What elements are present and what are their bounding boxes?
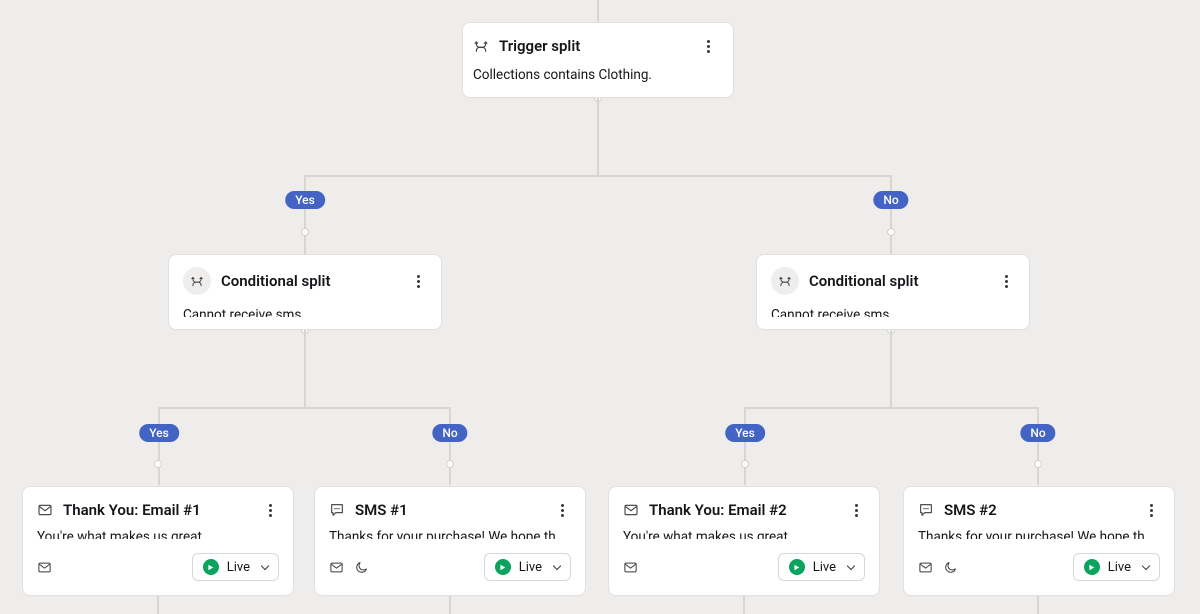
leaf-label-yes: Yes (139, 424, 179, 442)
node-title: SMS #1 (355, 501, 408, 519)
status-picker[interactable]: Live (1073, 553, 1160, 581)
status-label: Live (813, 560, 836, 575)
port (1034, 460, 1042, 468)
play-icon (789, 559, 805, 575)
connector (449, 407, 451, 485)
connector (158, 407, 160, 485)
connector (1037, 407, 1039, 485)
play-icon (495, 559, 511, 575)
node-trigger-split[interactable]: Trigger split Collections contains Cloth… (462, 22, 734, 98)
node-title: Thank You: Email #1 (63, 501, 201, 519)
node-title: Trigger split (499, 37, 580, 55)
mail-outline-icon[interactable] (329, 560, 344, 575)
status-label: Live (519, 560, 542, 575)
play-icon (1084, 559, 1100, 575)
connector (157, 596, 159, 614)
status-picker[interactable]: Live (484, 553, 571, 581)
status-label: Live (227, 560, 250, 575)
connector (304, 175, 306, 254)
leaf-label-no: No (432, 424, 467, 442)
node-conditional-split-left[interactable]: Conditional split Cannot receive sms. (168, 254, 442, 330)
node-menu-button[interactable] (261, 504, 279, 517)
connector (1037, 596, 1039, 614)
node-title: Conditional split (221, 272, 330, 290)
chat-icon (918, 502, 934, 518)
port (887, 228, 895, 236)
node-menu-button[interactable] (409, 275, 427, 288)
node-action-sms-2[interactable]: SMS #2 Thanks for your purchase! We hope… (903, 486, 1175, 596)
node-description: You're what makes us great (37, 529, 279, 539)
node-description: Cannot receive sms. (771, 307, 1015, 317)
connector (890, 329, 892, 407)
connector (744, 407, 1038, 409)
node-conditional-split-right[interactable]: Conditional split Cannot receive sms. (756, 254, 1030, 330)
node-menu-button[interactable] (997, 275, 1015, 288)
chevron-down-icon (1142, 561, 1150, 569)
node-description: You're what makes us great (623, 529, 865, 539)
connector (890, 175, 892, 254)
split-icon (183, 267, 211, 295)
split-icon (771, 267, 799, 295)
leaf-label-no: No (1020, 424, 1055, 442)
node-title: Thank You: Email #2 (649, 501, 787, 519)
status-picker[interactable]: Live (778, 553, 865, 581)
moon-icon[interactable] (943, 560, 958, 575)
status-picker[interactable]: Live (192, 553, 279, 581)
port (301, 228, 309, 236)
flow-canvas: Yes No Yes No Yes No Trigger split (0, 0, 1200, 614)
node-menu-button[interactable] (847, 504, 865, 517)
play-icon (203, 559, 219, 575)
connector (304, 175, 892, 177)
mail-icon (623, 502, 639, 518)
port (741, 460, 749, 468)
connector (743, 596, 745, 614)
node-title: Conditional split (809, 272, 918, 290)
mail-icon (37, 502, 53, 518)
node-action-email-1[interactable]: Thank You: Email #1 You're what makes us… (22, 486, 294, 596)
node-description: Cannot receive sms. (183, 307, 427, 317)
connector (744, 407, 746, 485)
node-action-sms-1[interactable]: SMS #1 Thanks for your purchase! We hope… (314, 486, 586, 596)
mail-outline-icon[interactable] (918, 560, 933, 575)
branch-label-yes: Yes (285, 191, 325, 209)
chevron-down-icon (261, 561, 269, 569)
mail-outline-icon[interactable] (37, 560, 52, 575)
connector (449, 596, 451, 614)
connector (158, 407, 451, 409)
port (154, 460, 162, 468)
node-description: Collections contains Clothing. (473, 67, 717, 83)
port (446, 460, 454, 468)
node-menu-button[interactable] (1142, 504, 1160, 517)
node-action-email-2[interactable]: Thank You: Email #2 You're what makes us… (608, 486, 880, 596)
node-menu-button[interactable] (553, 504, 571, 517)
chevron-down-icon (847, 561, 855, 569)
node-menu-button[interactable] (699, 40, 717, 53)
connector (304, 329, 306, 407)
node-title: SMS #2 (944, 501, 997, 519)
chevron-down-icon (553, 561, 561, 569)
status-label: Live (1108, 560, 1131, 575)
split-icon (473, 38, 489, 54)
connector (597, 97, 599, 175)
mail-outline-icon[interactable] (623, 560, 638, 575)
chat-icon (329, 502, 345, 518)
node-description: Thanks for your purchase! We hope that … (329, 529, 571, 539)
moon-icon[interactable] (354, 560, 369, 575)
leaf-label-yes: Yes (725, 424, 765, 442)
node-description: Thanks for your purchase! We hope that … (918, 529, 1160, 539)
connector (597, 0, 599, 22)
branch-label-no: No (873, 191, 908, 209)
